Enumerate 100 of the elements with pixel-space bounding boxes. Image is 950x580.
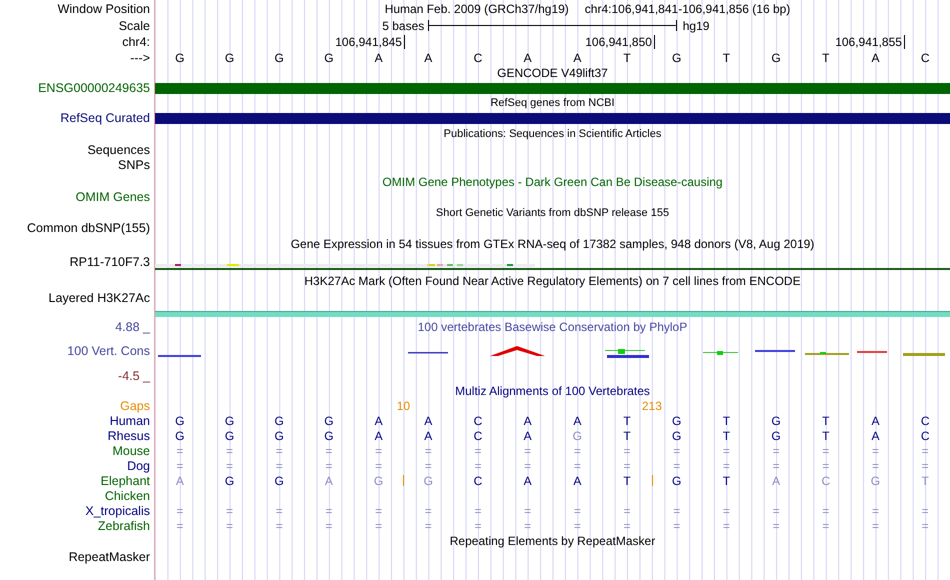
base-letter: = — [424, 518, 432, 532]
gap-count: 10 — [396, 398, 410, 412]
base-letter: T — [722, 474, 730, 488]
gene-bar[interactable] — [155, 82, 950, 94]
base-letter: = — [574, 518, 581, 532]
base-letter: G — [374, 474, 384, 488]
base-letter: G — [224, 428, 234, 442]
base-letter: = — [325, 444, 332, 458]
base-letter: A — [374, 414, 383, 428]
base-letter: G — [224, 474, 234, 488]
base-letter: = — [276, 458, 283, 472]
track-label[interactable]: Common dbSNP(155) — [27, 221, 150, 235]
base-letter: T — [822, 51, 830, 65]
base-letter: = — [474, 444, 482, 458]
base-letter: = — [872, 444, 879, 458]
base-letter: G — [224, 51, 234, 65]
track-label[interactable]: SNPs — [118, 158, 150, 172]
track-label[interactable]: OMIM Genes — [76, 190, 150, 204]
base-letter: = — [673, 458, 680, 472]
base-letter: A — [176, 474, 184, 488]
base-letter: G — [274, 414, 284, 428]
base-letter: = — [276, 504, 283, 518]
track-title: RefSeq genes from NCBI — [490, 97, 615, 109]
base-letter: G — [324, 414, 334, 428]
track-label[interactable]: Sequences — [87, 142, 150, 156]
base-letter: = — [176, 458, 184, 472]
base-letter: G — [672, 51, 682, 65]
base-letter: C — [474, 474, 482, 488]
base-letter: A — [871, 51, 880, 65]
base-letter: G — [672, 414, 682, 428]
base-letter: = — [176, 444, 184, 458]
base-letter: = — [524, 458, 532, 472]
base-letter: = — [176, 518, 184, 532]
base-letter: = — [325, 518, 332, 532]
track-label: Window Position — [58, 2, 150, 16]
base-letter: = — [574, 444, 581, 458]
base-letter: A — [573, 414, 582, 428]
assembly-title: Human Feb. 2009 (GRCh37/hg19) — [384, 2, 569, 16]
species-label: X_tropicalis — [85, 504, 150, 518]
track-label: Scale — [118, 18, 150, 32]
track-label[interactable]: RefSeq Curated — [60, 111, 150, 125]
base-letter: = — [375, 504, 382, 518]
base-letter: = — [624, 458, 631, 472]
base-letter: = — [722, 444, 730, 458]
base-letter: = — [424, 458, 432, 472]
track-label[interactable]: RP11-710F7.3 — [70, 254, 150, 268]
base-letter: G — [274, 51, 284, 65]
gene-bar[interactable] — [155, 112, 950, 124]
base-letter: = — [226, 518, 234, 532]
species-label: Elephant — [100, 474, 150, 488]
base-letter: C — [821, 474, 830, 488]
base-letter: = — [772, 444, 780, 458]
base-letter: A — [374, 428, 383, 442]
track-title: H3K27Ac Mark (Often Found Near Active Regulatory Elements) on 7 cell lines from ENCODE — [304, 274, 801, 288]
base-letter: = — [922, 444, 929, 458]
base-letter: = — [424, 504, 432, 518]
base-letter: A — [424, 414, 432, 428]
base-letter: T — [921, 474, 929, 488]
track-title: GENCODE V49lift37 — [497, 66, 608, 80]
base-letter: T — [623, 474, 631, 488]
base-letter: = — [673, 504, 680, 518]
base-letter: T — [722, 51, 730, 65]
base-letter: = — [624, 504, 631, 518]
base-letter: = — [772, 458, 780, 472]
base-letter: G — [224, 414, 234, 428]
base-letter: G — [324, 51, 334, 65]
track-title: Short Genetic Variants from dbSNP release 155 — [436, 206, 670, 218]
base-letter: A — [524, 428, 532, 442]
base-letter: = — [772, 504, 780, 518]
base-letter: A — [374, 51, 383, 65]
track-title: Publications: Sequences in Scientific Articles — [444, 128, 662, 140]
base-letter: G — [424, 474, 433, 488]
base-letter: T — [623, 414, 631, 428]
base-letter: C — [474, 414, 482, 428]
axis-max-label: 4.88 _ — [115, 320, 150, 334]
base-letter: = — [574, 504, 581, 518]
base-letter: = — [424, 444, 432, 458]
ruler-position: 106,941,850 — [585, 35, 655, 49]
base-letter: G — [771, 428, 781, 442]
track-label[interactable]: ENSG00000249635 — [38, 81, 150, 95]
base-letter: A — [871, 414, 880, 428]
track-label[interactable]: 100 Vert. Cons — [67, 344, 150, 358]
region-position[interactable]: chr4:106,941,841-106,941,856 (16 bp) — [584, 2, 790, 16]
track-label[interactable]: Layered H3K27Ac — [48, 290, 150, 304]
base-letter: = — [922, 458, 929, 472]
base-letter: = — [375, 518, 382, 532]
base-letter: = — [524, 444, 532, 458]
base-letter: T — [623, 51, 631, 65]
base-letter: = — [276, 518, 283, 532]
base-letter: = — [226, 444, 234, 458]
base-letter: = — [226, 458, 234, 472]
base-letter: C — [474, 428, 482, 442]
ruler-position: 106,941,855 — [835, 35, 905, 49]
base-letter: = — [922, 518, 929, 532]
base-letter: = — [872, 458, 879, 472]
base-letter: = — [325, 458, 332, 472]
species-label: Zebrafish — [98, 518, 150, 532]
base-letter: G — [672, 428, 682, 442]
base-letter: A — [424, 428, 432, 442]
track-label[interactable]: RepeatMasker — [68, 550, 150, 564]
